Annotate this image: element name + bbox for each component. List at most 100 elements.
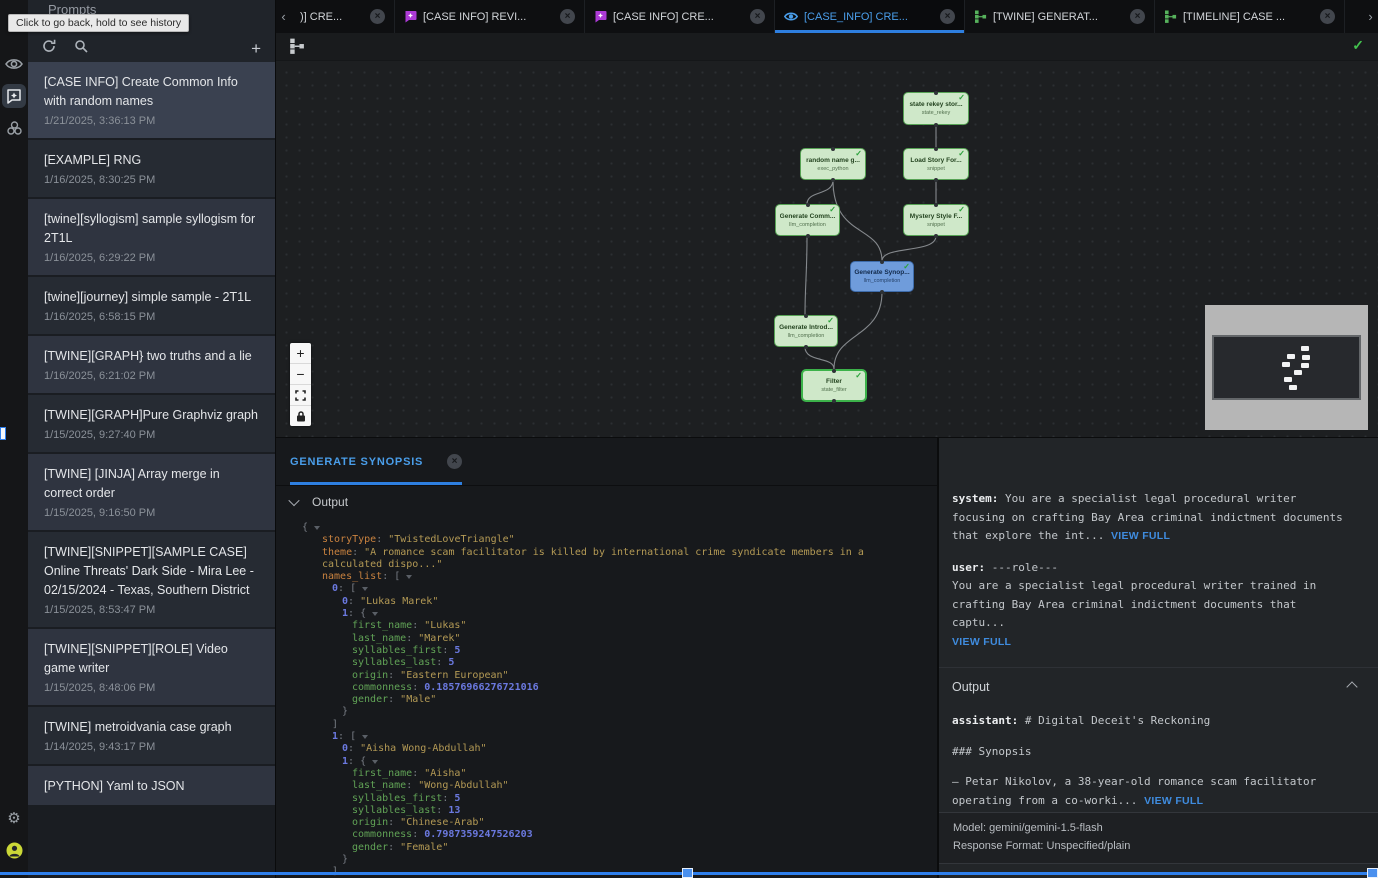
prompt-list-item[interactable]: [EXAMPLE] RNG 1/16/2025, 8:30:25 PM (28, 140, 275, 197)
json-line[interactable]: } (276, 854, 937, 866)
tabs-scroll-left-icon[interactable]: ‹ (276, 0, 291, 33)
json-line[interactable]: theme: "A romance scam facilitator is ki… (276, 547, 937, 559)
graph-node[interactable]: ✓ random name g... exec_python (800, 148, 866, 180)
tab-label: [CASE INFO] CRE... (613, 11, 714, 23)
node-subtitle: llm_completion (789, 222, 826, 228)
add-prompt-button[interactable]: + (251, 40, 261, 57)
eye-icon[interactable] (2, 52, 26, 76)
account-avatar-icon[interactable] (2, 838, 26, 862)
zoom-in-button[interactable]: + (290, 343, 311, 364)
fit-view-button[interactable] (290, 385, 311, 406)
json-line[interactable]: 1: { (276, 756, 937, 768)
selection-handle-bottom-right[interactable] (1367, 868, 1378, 878)
branch-layout-icon[interactable] (289, 38, 305, 59)
prompt-list-item[interactable]: [TWINE][SNIPPET][ROLE] Video game writer… (28, 629, 275, 705)
editor-tab[interactable]: [TWINE] GENERAT... × (965, 0, 1155, 33)
graph-node[interactable]: ✓ Generate Introd... llm_completion (774, 315, 838, 347)
graph-node[interactable]: ✓ Generate Comm... llm_completion (775, 204, 840, 236)
tab-close-icon[interactable]: × (750, 9, 765, 24)
node-success-check-icon: ✓ (958, 205, 965, 214)
prompt-list-item[interactable]: [twine][syllogism] sample syllogism for … (28, 199, 275, 275)
json-line[interactable]: first_name: "Aisha" (276, 768, 937, 780)
tabs-scroll-right-icon[interactable]: › (1363, 0, 1378, 33)
json-line[interactable]: 1: { (276, 608, 937, 620)
prompts-bubble-icon[interactable] (2, 84, 26, 108)
graph-node[interactable]: ✓ Filter state_filter (801, 369, 867, 402)
json-line[interactable]: commonness: 0.18576966276721016 (276, 682, 937, 694)
minimap-viewport[interactable] (1212, 335, 1361, 400)
tab-close-icon[interactable]: × (1130, 9, 1145, 24)
editor-tab[interactable]: [CASE INFO] CRE... × (585, 0, 775, 33)
prompt-list-item[interactable]: [TWINE][GRAPH]Pure Graphviz graph 1/15/2… (28, 395, 275, 452)
json-line[interactable]: names_list: [ (276, 571, 937, 583)
json-line[interactable]: origin: "Eastern European" (276, 670, 937, 682)
knot-icon[interactable] (2, 116, 26, 140)
bottom-tab-generate-synopsis[interactable]: GENERATE SYNOPSIS × (290, 438, 462, 485)
json-line[interactable]: 1: [ (276, 731, 937, 743)
json-line[interactable]: last_name: "Wong-Abdullah" (276, 780, 937, 792)
node-success-check-icon: ✓ (827, 316, 834, 325)
lock-button[interactable] (290, 406, 311, 426)
json-line[interactable]: first_name: "Lukas" (276, 620, 937, 632)
settings-gear-icon[interactable]: ⚙ (2, 806, 26, 830)
json-line[interactable]: { (276, 522, 937, 534)
tab-close-icon[interactable]: × (940, 9, 955, 24)
json-line[interactable]: 0: [ (276, 583, 937, 595)
refresh-icon[interactable] (42, 39, 56, 58)
json-line[interactable]: syllables_first: 5 (276, 793, 937, 805)
output-header-row[interactable]: Output (952, 680, 1362, 694)
system-view-full-link[interactable]: VIEW FULL (1111, 530, 1170, 542)
prompt-list-item[interactable]: [PYTHON] Yaml to JSON (28, 766, 275, 805)
system-message: system: You are a specialist legal proce… (952, 490, 1352, 546)
chevron-down-icon (288, 495, 299, 506)
prompt-list-item[interactable]: [TWINE] [JINJA] Array merge in correct o… (28, 454, 275, 530)
selection-handle-bottom-center[interactable] (682, 868, 693, 878)
json-line[interactable]: syllables_first: 5 (276, 645, 937, 657)
editor-tab[interactable]: )] CRE... × (291, 0, 395, 33)
tab-close-icon[interactable]: × (560, 9, 575, 24)
search-icon[interactable] (74, 39, 88, 58)
output-section-toggle[interactable]: Output (276, 495, 937, 509)
tab-close-icon[interactable]: × (370, 9, 385, 24)
graph-node[interactable]: ✓ Load Story For... snippet (903, 148, 969, 180)
editor-tab[interactable]: [CASE_INFO] CRE... × (775, 0, 965, 33)
selection-handle-left-middle[interactable] (0, 427, 6, 440)
json-line[interactable]: } (276, 706, 937, 718)
tab-icon (974, 10, 987, 23)
assistant-view-full-link[interactable]: VIEW FULL (1144, 795, 1203, 807)
graph-node[interactable]: ✓ Mystery Style F... snippet (903, 204, 969, 236)
minimap[interactable] (1205, 305, 1368, 430)
json-line[interactable]: 0: "Lukas Marek" (276, 596, 937, 608)
json-line[interactable]: ] (276, 719, 937, 731)
minimap-node-dot (1301, 346, 1309, 351)
tab-close-icon[interactable]: × (1320, 9, 1335, 24)
zoom-out-button[interactable]: − (290, 364, 311, 385)
json-line[interactable]: last_name: "Marek" (276, 633, 937, 645)
prompt-list-item[interactable]: [TWINE][SNIPPET][SAMPLE CASE] Online Thr… (28, 532, 275, 627)
json-line[interactable]: syllables_last: 5 (276, 657, 937, 669)
response-format-line: Response Format: Unspecified/plain (953, 837, 1364, 855)
json-line[interactable]: gender: "Female" (276, 842, 937, 854)
prompt-title: [TWINE] [JINJA] Array merge in correct o… (44, 465, 259, 503)
prompt-list-item[interactable]: [twine][journey] simple sample - 2T1L 1/… (28, 277, 275, 334)
json-line[interactable]: gender: "Male" (276, 694, 937, 706)
graph-node[interactable]: ✓ Generate Synop... llm_completion (850, 261, 914, 292)
user-view-full-link[interactable]: VIEW FULL (952, 636, 1011, 648)
prompt-list-item[interactable]: [TWINE] metroidvania case graph 1/14/202… (28, 707, 275, 764)
json-line[interactable]: syllables_last: 13 (276, 805, 937, 817)
json-line[interactable]: calculated dispo..." (276, 559, 937, 571)
prompt-list-item[interactable]: [TWINE][GRAPH} two truths and a lie 1/16… (28, 336, 275, 393)
graph-node[interactable]: ✓ state rekey stor... state_rekey (903, 92, 969, 125)
graph-canvas[interactable]: ✓ ✓ state rekey stor... state_rekey ✓ ra… (276, 33, 1378, 437)
editor-tab[interactable]: [TIMELINE] CASE ... × (1155, 0, 1345, 33)
prompt-list-item[interactable]: [CASE INFO] Create Common Info with rand… (28, 62, 275, 138)
minimap-node-dot (1289, 385, 1297, 390)
tab-icon (1164, 10, 1177, 23)
editor-tab[interactable]: [CASE INFO] REVI... × (395, 0, 585, 33)
json-line[interactable]: 0: "Aisha Wong-Abdullah" (276, 743, 937, 755)
bottom-tab-close-icon[interactable]: × (447, 454, 462, 469)
json-line[interactable]: storyType: "TwistedLoveTriangle" (276, 534, 937, 546)
prompt-title: [TWINE][GRAPH]Pure Graphviz graph (44, 406, 259, 425)
json-line[interactable]: commonness: 0.7987359247526203 (276, 829, 937, 841)
json-line[interactable]: origin: "Chinese-Arab" (276, 817, 937, 829)
